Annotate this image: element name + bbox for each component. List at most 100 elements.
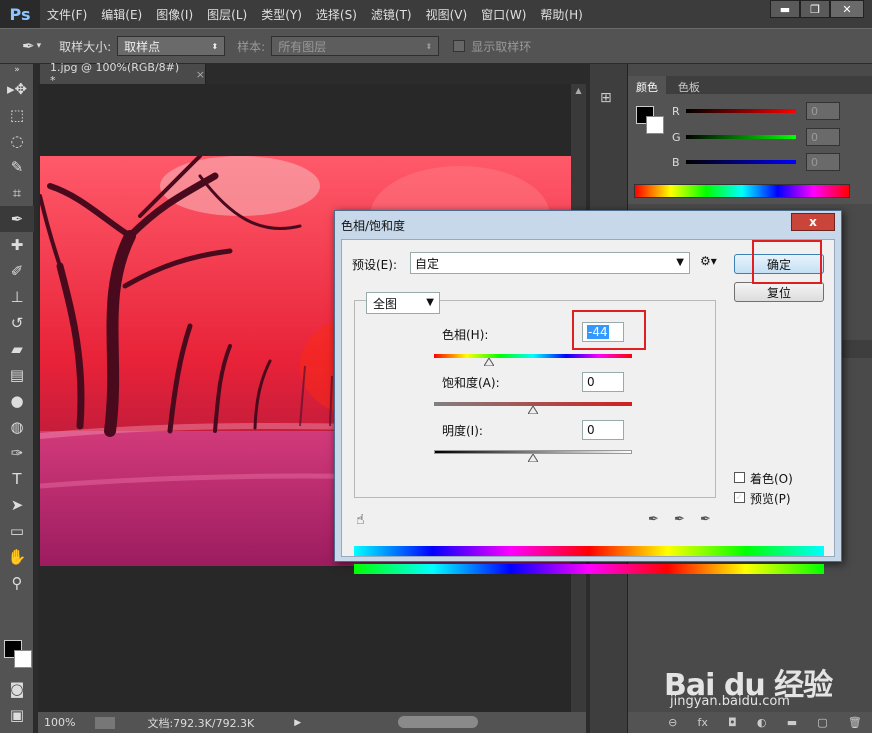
preset-options-gear-icon[interactable]: ⚙▾ bbox=[700, 254, 717, 268]
adjustment-layer-icon[interactable]: ◐ bbox=[757, 716, 767, 729]
quick-select-tool-icon[interactable]: ✎ bbox=[0, 154, 34, 180]
pen-tool-icon[interactable]: ✑ bbox=[0, 440, 34, 466]
menu-bar: Ps 文件(F) 编辑(E) 图像(I) 图层(L) 类型(Y) 选择(S) 滤… bbox=[0, 0, 872, 28]
screen-mode-icon[interactable]: ▣ bbox=[0, 702, 34, 728]
menu-type[interactable]: 类型(Y) bbox=[254, 6, 309, 23]
menu-window[interactable]: 窗口(W) bbox=[474, 6, 533, 23]
restore-button[interactable]: ❐ bbox=[800, 0, 830, 18]
blur-tool-icon[interactable]: ● bbox=[0, 388, 34, 414]
blue-slider[interactable] bbox=[686, 160, 796, 164]
eraser-tool-icon[interactable]: ▰ bbox=[0, 336, 34, 362]
status-info-icon[interactable] bbox=[95, 716, 116, 729]
minimize-button[interactable]: ▬ bbox=[770, 0, 800, 18]
show-sampling-ring-label: 显示取样环 bbox=[471, 39, 532, 54]
color-spectrum-bar[interactable] bbox=[634, 184, 850, 198]
document-tab-title: 1.jpg @ 100%(RGB/8#) * bbox=[50, 61, 180, 87]
preview-label: 预览(P) bbox=[750, 492, 791, 506]
history-brush-tool-icon[interactable]: ↺ bbox=[0, 310, 34, 336]
close-document-icon[interactable]: × bbox=[196, 68, 205, 81]
saturation-input[interactable]: 0 bbox=[582, 372, 624, 392]
zoom-level[interactable]: 100% bbox=[44, 716, 75, 729]
status-menu-arrow-icon[interactable]: ▶ bbox=[294, 718, 301, 728]
hand-tool-icon[interactable]: ✋ bbox=[0, 544, 34, 570]
scroll-up-icon[interactable]: ▲ bbox=[571, 86, 586, 95]
dialog-close-button[interactable]: x bbox=[791, 213, 835, 231]
eyedropper-tool-icon[interactable]: ✒ bbox=[0, 206, 34, 232]
gradient-tool-icon[interactable]: ▤ bbox=[0, 362, 34, 388]
eyedropper-plus-icon[interactable]: ✒ bbox=[674, 512, 685, 527]
new-group-icon[interactable]: ▬ bbox=[787, 716, 797, 729]
menu-layer[interactable]: 图层(L) bbox=[200, 6, 254, 23]
red-slider[interactable] bbox=[686, 109, 796, 113]
collapse-icon[interactable]: » bbox=[0, 64, 34, 76]
quick-mask-icon[interactable]: ◙ bbox=[0, 676, 34, 702]
blue-value[interactable]: 0 bbox=[806, 153, 840, 171]
path-select-tool-icon[interactable]: ➤ bbox=[0, 492, 34, 518]
zoom-tool-icon[interactable]: ⚲ bbox=[0, 570, 34, 596]
menu-select[interactable]: 选择(S) bbox=[309, 6, 364, 23]
red-value[interactable]: 0 bbox=[806, 102, 840, 120]
menu-filter[interactable]: 滤镜(T) bbox=[364, 6, 419, 23]
tool-preset-chevron-icon[interactable]: ▾ bbox=[37, 41, 42, 51]
reset-button[interactable]: 复位 bbox=[734, 282, 824, 302]
lasso-tool-icon[interactable]: ◌ bbox=[0, 128, 34, 154]
menu-edit[interactable]: 编辑(E) bbox=[94, 6, 149, 23]
menu-view[interactable]: 视图(V) bbox=[419, 6, 475, 23]
eyedropper-icon[interactable]: ✒ bbox=[648, 512, 659, 527]
link-layers-icon[interactable]: ⊖ bbox=[668, 716, 677, 729]
preview-checkbox[interactable]: ✓ bbox=[734, 492, 745, 503]
sample-size-value: 取样点 bbox=[124, 39, 161, 54]
saturation-slider-thumb[interactable] bbox=[528, 406, 538, 414]
delete-layer-icon[interactable]: 🗑 bbox=[848, 716, 862, 729]
show-sampling-ring-checkbox[interactable] bbox=[453, 40, 466, 52]
dialog-body: 预设(E): 自定 ▼ ⚙▾ 确定 复位 全图 ▼ 色相(H): -44 饱和度… bbox=[341, 239, 835, 574]
green-value[interactable]: 0 bbox=[806, 128, 840, 146]
lightness-slider-thumb[interactable] bbox=[528, 454, 538, 462]
hue-slider-track[interactable] bbox=[434, 354, 632, 358]
marquee-tool-icon[interactable]: ⬚ bbox=[0, 102, 34, 128]
horizontal-scroll-thumb[interactable] bbox=[398, 716, 478, 728]
select-arrows-icon: ⬍ bbox=[211, 41, 219, 51]
red-slider-row: R 0 bbox=[672, 102, 840, 120]
preset-label: 预设(E): bbox=[352, 258, 397, 272]
sample-select[interactable]: 所有图层 ⬍ bbox=[271, 36, 440, 56]
colorize-checkbox[interactable] bbox=[734, 472, 745, 483]
background-color-swatch[interactable] bbox=[14, 650, 32, 668]
crop-tool-icon[interactable]: ⌗ bbox=[0, 180, 34, 206]
history-panel-icon[interactable]: ⊞ bbox=[600, 90, 627, 106]
green-slider[interactable] bbox=[686, 135, 796, 139]
channel-select[interactable]: 全图 ▼ bbox=[366, 292, 440, 314]
dialog-titlebar[interactable]: 色相/饱和度 bbox=[335, 211, 841, 239]
type-tool-icon[interactable]: T bbox=[0, 466, 34, 492]
fx-icon[interactable]: fx bbox=[697, 716, 707, 729]
preset-select[interactable]: 自定 ▼ bbox=[410, 252, 690, 274]
menu-file[interactable]: 文件(F) bbox=[40, 6, 94, 23]
move-tool-icon[interactable]: ▸✥ bbox=[0, 76, 34, 102]
healing-brush-tool-icon[interactable]: ✚ bbox=[0, 232, 34, 258]
color-swatches[interactable] bbox=[4, 640, 34, 670]
layers-panel-footer: ⊖ fx ◘ ◐ ▬ ▢ 🗑 bbox=[628, 712, 872, 733]
new-layer-icon[interactable]: ▢ bbox=[817, 716, 827, 729]
close-window-button[interactable]: ✕ bbox=[830, 0, 864, 18]
lightness-input[interactable]: 0 bbox=[582, 420, 624, 440]
document-tab[interactable]: 1.jpg @ 100%(RGB/8#) * × bbox=[40, 61, 206, 87]
dodge-tool-icon[interactable]: ◍ bbox=[0, 414, 34, 440]
shape-tool-icon[interactable]: ▭ bbox=[0, 518, 34, 544]
brush-tool-icon[interactable]: ✐ bbox=[0, 258, 34, 284]
status-bar: 100% 文档:792.3K/792.3K ▶ bbox=[38, 712, 586, 733]
sample-size-label: 取样大小: bbox=[59, 39, 112, 54]
menu-image[interactable]: 图像(I) bbox=[149, 6, 200, 23]
add-mask-icon[interactable]: ◘ bbox=[728, 716, 737, 729]
hue-slider-thumb[interactable] bbox=[484, 358, 495, 366]
clone-stamp-tool-icon[interactable]: ⊥ bbox=[0, 284, 34, 310]
eyedropper-minus-icon[interactable]: ✒ bbox=[700, 512, 711, 527]
adjustment-group bbox=[354, 300, 716, 498]
eyedropper-tool-icon[interactable]: ✒ bbox=[22, 37, 35, 55]
targeted-adjustment-hand-icon[interactable]: ☝ bbox=[356, 512, 365, 528]
output-color-bar bbox=[354, 564, 824, 574]
panel-background-swatch[interactable] bbox=[646, 116, 664, 134]
menu-help[interactable]: 帮助(H) bbox=[533, 6, 589, 23]
sample-size-select[interactable]: 取样点 ⬍ bbox=[117, 36, 226, 56]
highlight-box-ok bbox=[752, 240, 822, 284]
chevron-down-icon: ▼ bbox=[426, 297, 434, 308]
